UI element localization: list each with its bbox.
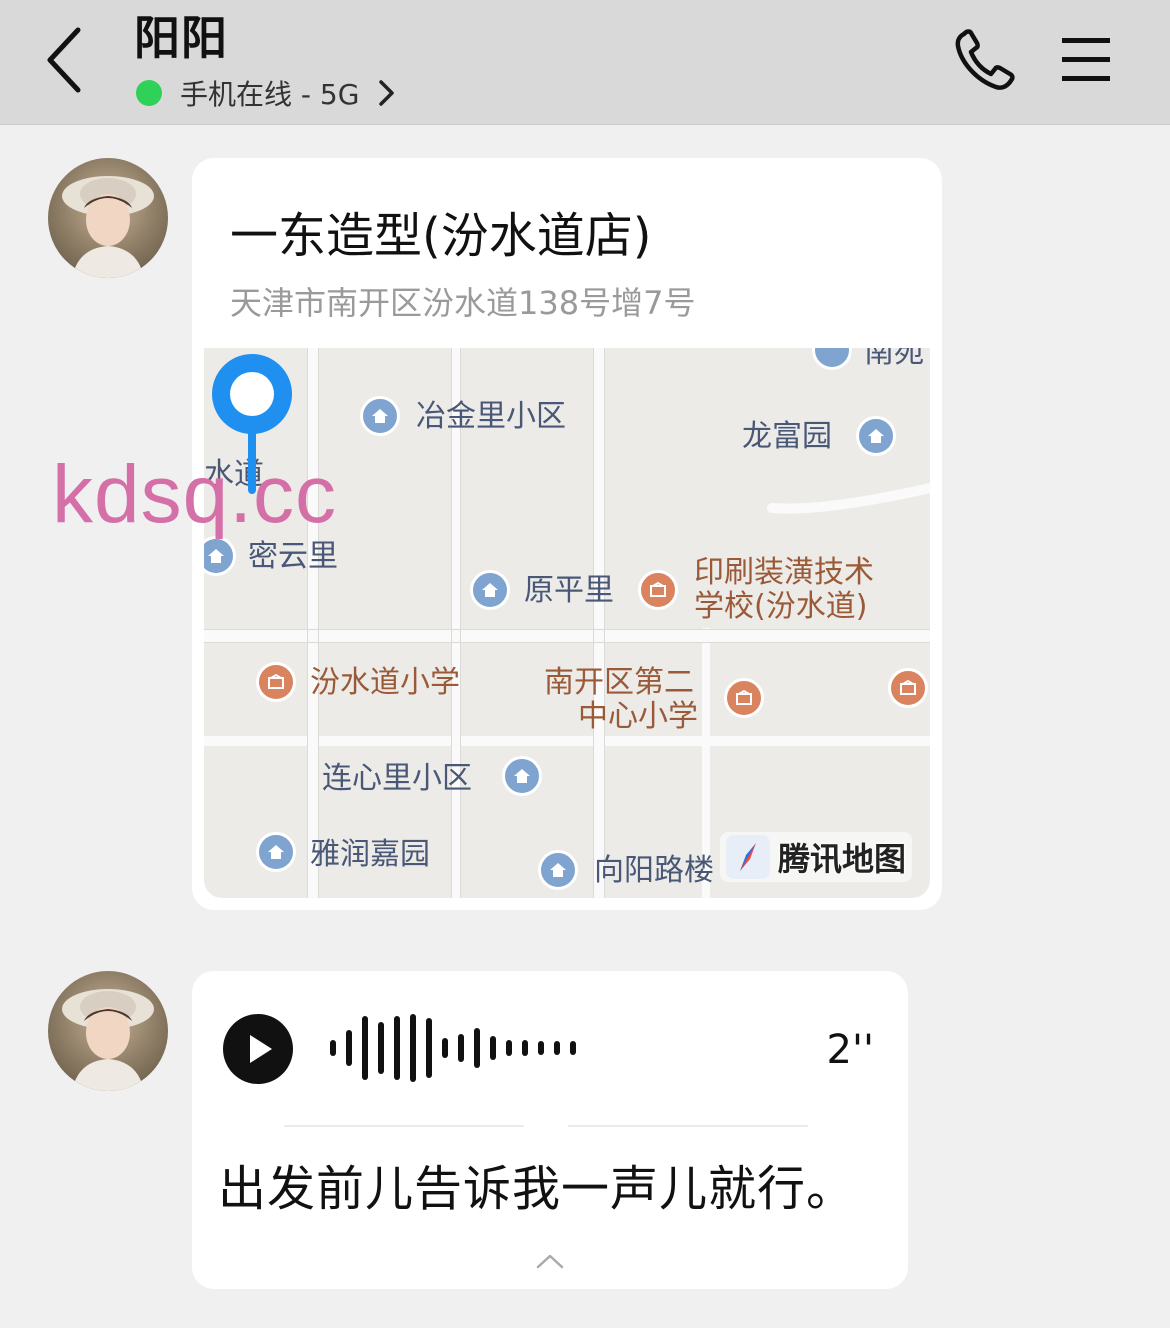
chevron-left-icon xyxy=(47,27,81,93)
divider xyxy=(568,1125,808,1127)
collapse-transcript-button[interactable] xyxy=(534,1251,566,1271)
phone-icon xyxy=(955,29,1015,90)
avatar-portrait-icon xyxy=(62,176,154,278)
contact-name[interactable]: 阳阳 xyxy=(134,2,228,68)
play-icon xyxy=(223,1014,293,1084)
waveform-icon xyxy=(330,1014,576,1082)
map-label-miyunli: 密云里 xyxy=(248,539,338,574)
residential-poi-icon xyxy=(470,570,510,610)
map-label-nanyuan: 南苑 xyxy=(864,348,924,370)
chevron-right-icon xyxy=(379,80,395,106)
map-label-yarunjiayuan: 雅润嘉园 xyxy=(310,837,430,872)
residential-poi-icon xyxy=(360,396,400,436)
voice-duration: 2'' xyxy=(826,1027,874,1073)
back-button[interactable] xyxy=(34,22,98,98)
map-preview[interactable]: 南苑 冶金里小区 龙富园 水道 密云里 原平里 印刷装潢技术 学校(汾水道) 汾… xyxy=(204,348,930,898)
residential-poi-icon xyxy=(502,756,542,796)
map-label-center-school-line1: 南开区第二 xyxy=(544,665,694,700)
online-status[interactable]: 手机在线 - 5G xyxy=(136,72,399,114)
map-label-xiangyanglu: 向阳路楼 xyxy=(594,853,714,888)
map-label-center-school-line2: 中心小学 xyxy=(578,699,698,734)
watermark: kdsq.cc xyxy=(52,449,337,540)
map-label-lianxinli: 连心里小区 xyxy=(322,761,472,796)
status-text: 手机在线 - 5G xyxy=(180,78,360,111)
map-label-printing-school-line2: 学校(汾水道) xyxy=(694,589,868,624)
tencent-map-logo-icon xyxy=(725,835,770,879)
map-label-yejinli: 冶金里小区 xyxy=(416,399,566,434)
voice-message-card[interactable]: 2'' 出发前儿告诉我一声儿就行。 xyxy=(192,971,908,1289)
call-button[interactable] xyxy=(950,24,1022,96)
map-label-printing-school-line1: 印刷装潢技术 xyxy=(694,555,874,590)
map-label-yuanpingli: 原平里 xyxy=(524,573,614,608)
school-poi-icon xyxy=(638,570,678,610)
residential-poi-icon xyxy=(256,832,296,872)
place-address: 天津市南开区汾水道138号增7号 xyxy=(230,284,696,322)
chat-header: 阳阳 手机在线 - 5G xyxy=(0,0,1170,125)
voice-transcript: 出发前儿告诉我一声儿就行。 xyxy=(218,1161,856,1217)
map-label-fenshuidao-school: 汾水道小学 xyxy=(310,665,460,700)
residential-poi-icon xyxy=(538,850,578,890)
divider xyxy=(284,1125,524,1127)
online-dot-icon xyxy=(136,80,162,106)
map-provider-badge: 腾讯地图 xyxy=(719,832,912,882)
school-poi-icon xyxy=(724,678,764,718)
map-provider-name: 腾讯地图 xyxy=(777,840,906,878)
map-label-longfuyuan: 龙富园 xyxy=(742,419,832,454)
school-poi-icon xyxy=(256,662,296,702)
place-name: 一东造型(汾水道店) xyxy=(230,208,652,264)
hamburger-menu-icon xyxy=(1062,38,1110,81)
school-poi-icon xyxy=(888,668,928,708)
menu-button[interactable] xyxy=(1058,32,1116,90)
play-button[interactable] xyxy=(222,1013,294,1085)
contact-avatar[interactable] xyxy=(48,158,168,278)
contact-avatar[interactable] xyxy=(48,971,168,1091)
avatar-portrait-icon xyxy=(62,989,154,1091)
residential-poi-icon xyxy=(856,416,896,456)
chevron-up-icon xyxy=(536,1254,564,1269)
